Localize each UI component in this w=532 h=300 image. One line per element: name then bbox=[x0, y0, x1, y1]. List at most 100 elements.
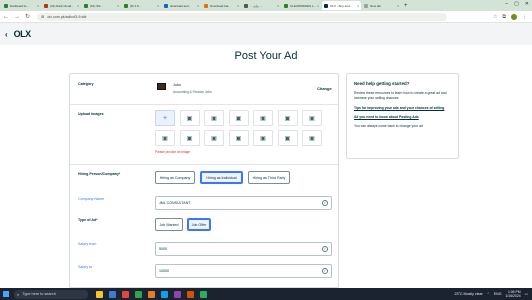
tray-up-icon[interactable]: ⌃ bbox=[487, 292, 490, 296]
image-slot[interactable]: ▣ bbox=[179, 130, 200, 146]
camera-icon: ▣ bbox=[211, 115, 217, 122]
tab-title: OLX - Buy and... bbox=[330, 3, 353, 8]
hiring-third-party-option[interactable]: Hiring as Third Party bbox=[248, 171, 290, 184]
change-category-link[interactable]: Change bbox=[317, 86, 332, 91]
posting-ads-link[interactable]: All you need to know about Posting Ads bbox=[354, 115, 451, 120]
hiring-individual-option[interactable]: Hiring as Individual bbox=[200, 171, 243, 184]
browser-tab[interactable]: Dartboard H... × bbox=[2, 1, 41, 10]
browser-tab[interactable]: CLEARSRIDES L... × bbox=[282, 1, 321, 10]
tab-close-icon[interactable]: × bbox=[157, 4, 159, 8]
url-text: olx.com.pk/ad/ccf3-9.ddt bbox=[47, 14, 87, 19]
valid-check-icon: ✓ bbox=[322, 268, 328, 274]
image-slot[interactable]: ▣ bbox=[179, 110, 200, 126]
bookmark-star-icon[interactable]: ☆ bbox=[493, 14, 497, 20]
browser-tab[interactable]: ... برای ... × bbox=[242, 1, 281, 10]
tab-close-icon[interactable]: × bbox=[77, 4, 79, 8]
browser-tab[interactable]: New tab × bbox=[362, 1, 401, 10]
job-offer-option[interactable]: Job Offer bbox=[187, 218, 211, 231]
company-name-field[interactable]: JML CONSULTANT ✓ bbox=[155, 196, 332, 210]
browser-tab[interactable]: (61) Stil... × bbox=[82, 1, 121, 10]
image-slot[interactable]: ▣ bbox=[204, 110, 224, 126]
camera-icon: ▣ bbox=[235, 135, 242, 142]
image-slot[interactable]: ▣ bbox=[277, 110, 298, 126]
windows-taskbar: ⌕ Type here to search 23°C Mostly clear … bbox=[0, 288, 532, 300]
image-slot[interactable]: ▣ bbox=[204, 130, 224, 146]
taskbar-app-icon[interactable] bbox=[96, 290, 103, 298]
category-subname: Accounting & Finance Jobs bbox=[173, 90, 212, 94]
extensions-icon[interactable]: ⧉ bbox=[502, 14, 506, 20]
section-divider bbox=[70, 104, 338, 105]
tab-close-icon[interactable]: × bbox=[117, 4, 119, 8]
profile-avatar[interactable] bbox=[511, 13, 517, 20]
taskbar-app-icon[interactable] bbox=[161, 290, 168, 298]
tab-close-icon[interactable]: × bbox=[237, 4, 239, 8]
help-title: Need help getting started? bbox=[354, 81, 410, 86]
salary-from-field[interactable]: 5000 ✓ bbox=[155, 242, 332, 256]
back-chevron-icon[interactable]: ‹ bbox=[5, 30, 8, 39]
tab-close-icon[interactable]: × bbox=[357, 4, 359, 8]
image-slot[interactable]: ▣ bbox=[155, 130, 175, 146]
add-image-button[interactable]: + bbox=[155, 110, 175, 126]
new-tab-button[interactable]: + bbox=[404, 3, 408, 9]
help-outro: You can always come back to change your … bbox=[354, 124, 423, 128]
reload-icon[interactable]: ↻ bbox=[25, 13, 30, 20]
camera-icon: ▣ bbox=[186, 115, 193, 122]
taskbar-app-icon[interactable] bbox=[122, 290, 129, 298]
minimize-icon[interactable]: – bbox=[505, 1, 508, 7]
start-button[interactable] bbox=[0, 288, 12, 300]
browser-tab[interactable]: (31) Dark Cloud... × bbox=[42, 1, 81, 10]
camera-icon: ▣ bbox=[309, 115, 315, 122]
browser-tab[interactable]: OLX - Buy and... × bbox=[322, 1, 361, 10]
windows-logo-icon bbox=[3, 291, 9, 297]
browser-tab-bar: Dartboard H... × (31) Dark Cloud... × (61) S… bbox=[0, 0, 532, 11]
tab-close-icon[interactable]: × bbox=[197, 4, 199, 8]
image-slot[interactable]: ▣ bbox=[228, 110, 249, 126]
taskbar-app-icon[interactable] bbox=[109, 290, 116, 298]
tab-favicon-icon bbox=[244, 3, 248, 8]
image-slot[interactable]: ▣ bbox=[277, 130, 298, 146]
tab-close-icon[interactable]: × bbox=[317, 4, 319, 8]
camera-icon: ▣ bbox=[235, 115, 242, 122]
camera-icon: ▣ bbox=[284, 115, 291, 122]
taskbar-app-icon[interactable] bbox=[200, 290, 207, 298]
salary-to-field[interactable]: 10000 ✓ bbox=[155, 264, 332, 278]
tab-close-icon[interactable]: × bbox=[37, 4, 39, 8]
browser-actions: ☆ ⧉ ⋮ bbox=[493, 13, 527, 20]
hiring-company-option[interactable]: Hiring as Company bbox=[155, 171, 195, 184]
image-slot[interactable]: ▣ bbox=[228, 130, 249, 146]
salary-from-value: 5000 bbox=[159, 247, 167, 251]
taskbar-app-icon[interactable] bbox=[135, 290, 142, 298]
url-input[interactable]: ⊜ olx.com.pk/ad/ccf3-9.ddt bbox=[37, 12, 448, 21]
language-indicator[interactable]: ENG bbox=[494, 292, 502, 296]
taskbar-app-icon[interactable] bbox=[187, 290, 194, 298]
close-window-icon[interactable]: ✕ bbox=[525, 1, 529, 7]
image-slot[interactable]: ▣ bbox=[253, 110, 273, 126]
clock-date: 1/16/2024 bbox=[505, 294, 521, 298]
browser-tab[interactable]: Download bat... × bbox=[202, 1, 241, 10]
taskbar-app-icon[interactable] bbox=[174, 290, 181, 298]
maximize-icon[interactable]: ▢ bbox=[514, 1, 519, 7]
help-card: Need help getting started? Review these … bbox=[346, 73, 459, 159]
image-slot[interactable]: ▣ bbox=[253, 130, 273, 146]
plus-icon: + bbox=[162, 114, 168, 122]
browser-tab[interactable]: download anti... × bbox=[162, 1, 201, 10]
job-wanted-option[interactable]: Job Wanted bbox=[155, 218, 183, 231]
tab-close-icon[interactable]: × bbox=[397, 4, 399, 8]
image-slot[interactable]: ▣ bbox=[302, 110, 322, 126]
browser-tab[interactable]: (8) 1.5... × bbox=[122, 1, 161, 10]
category-label: Category bbox=[78, 82, 94, 86]
taskbar-app-icon[interactable] bbox=[148, 290, 155, 298]
site-info-icon[interactable]: ⊜ bbox=[41, 14, 44, 19]
forward-arrow-icon[interactable]: → bbox=[14, 14, 20, 20]
menu-icon[interactable]: ⋮ bbox=[522, 14, 527, 20]
taskbar-search[interactable]: ⌕ Type here to search bbox=[14, 289, 88, 299]
olx-logo[interactable]: OLX bbox=[14, 29, 32, 39]
back-arrow-icon[interactable]: ← bbox=[3, 14, 9, 20]
tips-link[interactable]: Tips for improving your ads and your cha… bbox=[354, 106, 451, 111]
weather-text[interactable]: 23°C Mostly clear bbox=[454, 292, 482, 296]
notifications-icon[interactable]: ▭ bbox=[525, 292, 528, 296]
category-name: Jobs bbox=[173, 83, 182, 87]
image-slot[interactable]: ▣ bbox=[302, 130, 322, 146]
tab-close-icon[interactable]: × bbox=[277, 4, 279, 8]
clock[interactable]: 1:06 PM 1/16/2024 bbox=[506, 290, 521, 298]
